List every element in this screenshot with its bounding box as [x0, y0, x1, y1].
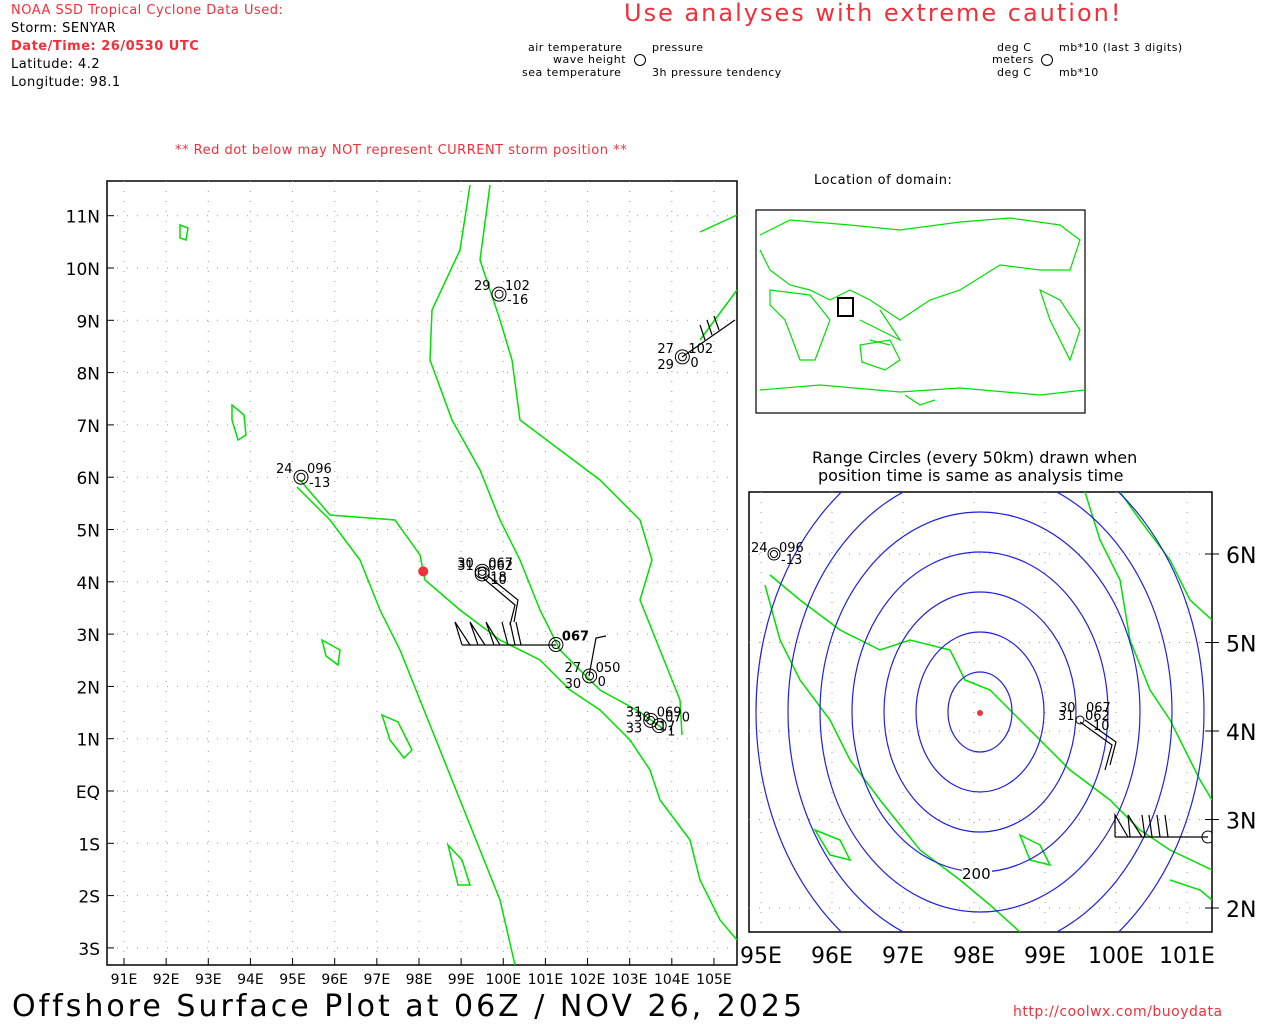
lon-tick-label: 91E [111, 972, 138, 988]
storm-latitude: Latitude: 4.2 [11, 57, 101, 72]
lon-tick-label: 102E [570, 972, 606, 988]
station-value-tr: 050 [596, 661, 621, 676]
lon-tick-label: 96E [321, 972, 348, 988]
station-circle-icon [634, 54, 646, 66]
station-value-tl: 27 [565, 661, 582, 676]
lon-tick-label: 103E [612, 972, 648, 988]
legend-wave: wave height [553, 53, 627, 66]
lat-tick-label: 6N [76, 469, 100, 489]
source-label: NOAA SSD Tropical Cyclone Data Used: [11, 3, 284, 18]
lat-tick-label: 3N [76, 626, 100, 646]
svg-text:24: 24 [751, 541, 768, 556]
source-url-link[interactable]: http://coolwx.com/buoydata [1013, 1005, 1223, 1019]
plot-title: Offshore Surface Plot at 06Z / NOV 26, 2… [12, 989, 806, 1024]
lat-tick-label: 8N [76, 365, 100, 385]
range-circle-map[interactable]: 200 24 096-13 30 067 31 06210 6N5N4N3N2N95E… [740, 432, 1256, 992]
station-value-br: -13 [309, 476, 330, 491]
station-value-br: 18 [490, 570, 507, 585]
station-value-br: 0 [598, 675, 606, 690]
range-lon-label: 100E [1088, 944, 1144, 969]
ring-distance-label: 200 [962, 865, 991, 883]
lon-tick-label: 104E [654, 972, 690, 988]
station-value-tl: 30 [634, 711, 651, 726]
station-value-bl: 29 [657, 358, 674, 373]
lat-tick-label: 1S [78, 835, 100, 855]
range-lat-label: 5N [1226, 633, 1256, 658]
range-map-title-2: position time is same as analysis time [818, 466, 1124, 485]
svg-text:10: 10 [1093, 719, 1110, 734]
lat-tick-label: EQ [76, 783, 100, 803]
lon-tick-label: 99E [448, 972, 475, 988]
legend-tendency-unit: mb*10 [1059, 66, 1099, 79]
lon-tick-label: 92E [153, 972, 180, 988]
station-value-tl: 27 [657, 342, 674, 357]
range-lon-label: 98E [953, 944, 995, 969]
domain-locator-map[interactable] [755, 209, 1086, 414]
red-dot-note: ** Red dot below may NOT represent CURRE… [175, 143, 628, 158]
lat-tick-label: 2N [76, 678, 100, 698]
legend-tendency: 3h pressure tendency [652, 66, 782, 79]
lat-tick-label: 10N [66, 260, 100, 280]
lat-tick-label: 4N [76, 574, 100, 594]
lon-tick-label: 98E [406, 972, 433, 988]
lat-tick-label: 3S [78, 940, 100, 960]
caution-banner: Use analyses with extreme caution! [624, 0, 1123, 27]
surface-plot-page: 29 102 -16 24 096 -13 27 102 29 0 31 062 10 30 067 18 06… [0, 0, 1280, 1024]
station-circle-icon [1041, 54, 1053, 66]
lon-tick-label: 93E [195, 972, 222, 988]
storm-longitude: Longitude: 98.1 [11, 75, 121, 90]
range-map-title-1: Range Circles (every 50km) drawn when [812, 448, 1138, 467]
legend-pressure: pressure [652, 41, 704, 54]
storm-datetime: Date/Time: 26/0530 UTC [11, 39, 200, 54]
legend-wave-unit: meters [992, 53, 1034, 66]
range-lon-label: 101E [1159, 944, 1215, 969]
range-lat-label: 6N [1226, 544, 1256, 569]
svg-text:-13: -13 [781, 553, 802, 568]
legend-pressure-unit: mb*10 (last 3 digits) [1059, 41, 1183, 54]
range-lon-label: 99E [1024, 944, 1066, 969]
station-value-tr: 102 [688, 342, 713, 357]
range-lon-label: 95E [740, 944, 782, 969]
lon-tick-label: 105E [696, 972, 732, 988]
lon-tick-label: 97E [364, 972, 391, 988]
main-map[interactable]: 29 102-1624 096-1327 10229 031 0621030 0671806… [66, 180, 738, 988]
station-value-tr: 070 [665, 711, 690, 726]
station-value-tl: 30 [457, 556, 474, 571]
lat-tick-label: 1N [76, 731, 100, 751]
lon-tick-label: 94E [237, 972, 264, 988]
lat-tick-label: 11N [66, 208, 100, 228]
lat-tick-label: 5N [76, 522, 100, 542]
station-value-tr: 102 [505, 279, 530, 294]
range-lat-label: 3N [1226, 810, 1256, 835]
station-value-tr: 067 [562, 630, 589, 645]
station-value-tr: 096 [307, 462, 332, 477]
station-value-br: 0 [690, 356, 698, 371]
legend-sea-unit: deg C [997, 66, 1032, 79]
station-value-tr: 067 [488, 556, 513, 571]
lon-tick-label: 95E [279, 972, 306, 988]
station-value-br: 1 [667, 725, 675, 740]
station-value-tl: 29 [474, 279, 491, 294]
legend-sea-temp: sea temperature [522, 66, 622, 79]
svg-text:31: 31 [1058, 709, 1075, 724]
lon-tick-label: 101E [528, 972, 564, 988]
station-value-bl: 30 [565, 677, 582, 692]
storm-position-dot[interactable] [418, 566, 429, 577]
storm-position-dot[interactable] [977, 710, 983, 716]
storm-name: Storm: SENYAR [11, 21, 117, 36]
range-lat-label: 4N [1226, 721, 1256, 746]
domain-map-title: Location of domain: [814, 173, 953, 188]
lon-tick-label: 100E [485, 972, 521, 988]
range-lon-label: 96E [811, 944, 853, 969]
station-value-tl: 24 [276, 462, 293, 477]
lat-tick-label: 9N [76, 312, 100, 332]
range-lon-label: 97E [882, 944, 924, 969]
station-value-br: -16 [507, 293, 528, 308]
lat-tick-label: 2S [78, 888, 100, 908]
lat-tick-label: 7N [76, 417, 100, 437]
range-lat-label: 2N [1226, 898, 1256, 923]
